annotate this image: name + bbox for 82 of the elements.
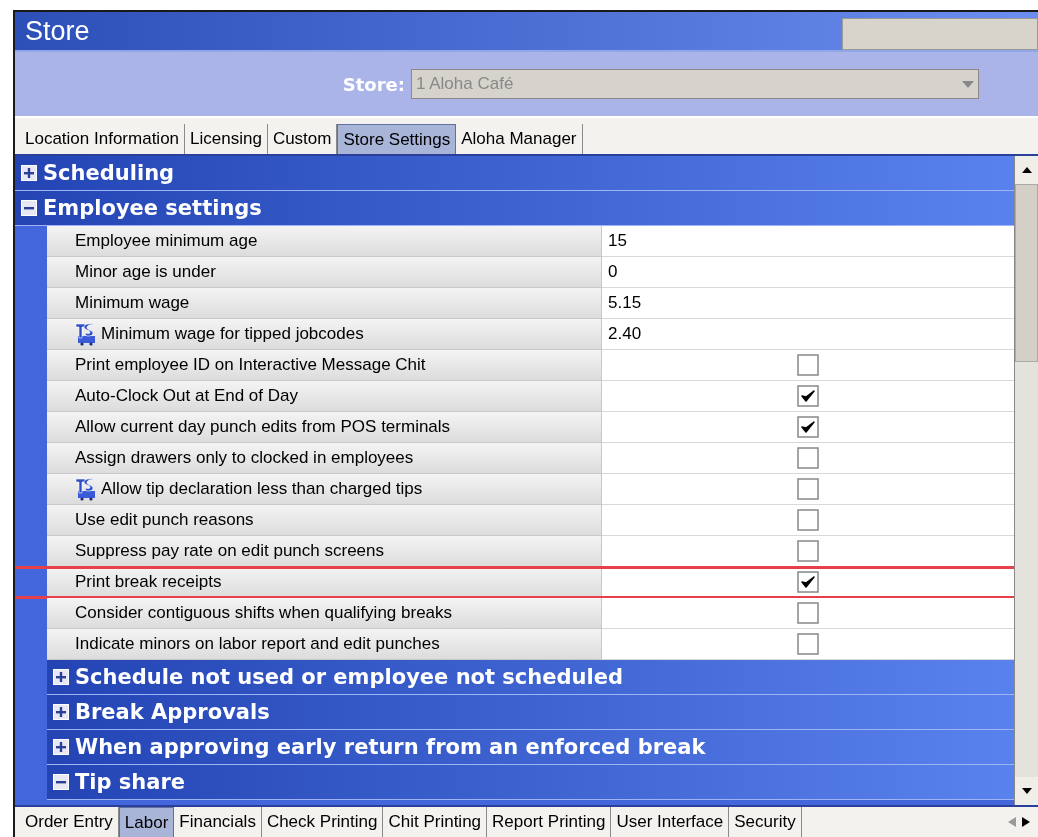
checked-checkbox[interactable]: [797, 385, 819, 407]
tab[interactable]: Order Entry: [20, 807, 119, 837]
section-title: Scheduling: [43, 162, 175, 184]
setting-value-cell[interactable]: [602, 350, 1014, 381]
tab[interactable]: Check Printing: [261, 807, 384, 837]
section-title: Break Approvals: [75, 701, 270, 723]
setting-label: Auto-Clock Out at End of Day: [75, 385, 298, 408]
section-header[interactable]: Employee settings: [15, 191, 1014, 226]
expand-icon[interactable]: [53, 669, 69, 685]
expand-icon[interactable]: [21, 165, 37, 181]
checkbox[interactable]: [797, 540, 819, 562]
setting-label: Suppress pay rate on edit punch screens: [75, 540, 385, 563]
dropdown-arrow-icon: [962, 80, 974, 88]
tab[interactable]: User Interface: [611, 807, 730, 837]
window-title: Store: [24, 14, 90, 48]
tab[interactable]: Report Printing: [487, 807, 612, 837]
setting-value: 15: [607, 230, 627, 253]
tab[interactable]: Licensing: [185, 124, 268, 154]
setting-value-cell[interactable]: [602, 629, 1014, 660]
setting-value-cell[interactable]: [602, 412, 1014, 443]
checkbox[interactable]: [797, 354, 819, 376]
setting-label: Consider contiguous shifts when qualifying breaks: [75, 602, 453, 625]
setting-value-cell[interactable]: [602, 474, 1014, 505]
scrollbar[interactable]: [1014, 156, 1038, 805]
tab-scroll-left-icon[interactable]: [1008, 817, 1016, 827]
tab-scroll-right-icon[interactable]: [1022, 817, 1030, 827]
setting-label: Indicate minors on labor report and edit punches: [75, 633, 440, 656]
scroll-down-button[interactable]: [1015, 777, 1038, 805]
setting-label: Print break receipts: [75, 571, 222, 594]
setting-label: Allow tip declaration less than charged tips: [101, 478, 423, 501]
section-title: Tip share: [75, 771, 186, 793]
tab[interactable]: Labor: [118, 807, 175, 837]
collapse-icon[interactable]: [53, 774, 69, 790]
section-header[interactable]: Tip share: [47, 765, 1014, 800]
collapse-icon[interactable]: [21, 200, 37, 216]
setting-label: Use edit punch reasons: [75, 509, 254, 532]
tab[interactable]: Financials: [174, 807, 262, 837]
tab[interactable]: Store Settings: [337, 124, 457, 154]
setting-label: Minimum wage: [75, 292, 190, 315]
setting-value-cell[interactable]: [602, 443, 1014, 474]
section-header[interactable]: Break Approvals: [47, 695, 1014, 730]
section-title: When approving early return from an enforced break: [75, 736, 706, 758]
tab[interactable]: Chit Printing: [383, 807, 488, 837]
checkbox[interactable]: [797, 447, 819, 469]
down-arrow-icon: [1021, 788, 1032, 794]
setting-value: 5.15: [607, 292, 642, 315]
setting-value-cell[interactable]: [602, 598, 1014, 629]
setting-value-cell[interactable]: 15: [602, 226, 1014, 257]
setting-value-cell[interactable]: 5.15: [602, 288, 1014, 319]
setting-value-cell[interactable]: [602, 536, 1014, 567]
setting-value: 2.40: [607, 323, 642, 346]
tab[interactable]: Aloha Manager: [456, 124, 583, 154]
setting-value-cell[interactable]: 0: [602, 257, 1014, 288]
section-header[interactable]: When approving early return from an enforced break: [47, 730, 1014, 765]
tab[interactable]: Security: [729, 807, 802, 837]
setting-value-cell[interactable]: [602, 505, 1014, 536]
expand-icon[interactable]: [53, 704, 69, 720]
checkbox[interactable]: [797, 633, 819, 655]
checked-checkbox[interactable]: [797, 416, 819, 438]
section-title: Employee settings: [43, 197, 262, 219]
setting-value-cell[interactable]: 2.40: [602, 319, 1014, 350]
scroll-up-button[interactable]: [1015, 156, 1038, 184]
checkbox[interactable]: [797, 478, 819, 500]
setting-label: Assign drawers only to clocked in employees: [75, 447, 414, 470]
setting-label: Allow current day punch edits from POS terminals: [75, 416, 451, 439]
checkbox[interactable]: [797, 602, 819, 624]
expand-icon[interactable]: [53, 739, 69, 755]
setting-label: Print employee ID on Interactive Message Chit: [75, 354, 426, 377]
store-label: Store:: [341, 72, 405, 97]
section-header[interactable]: Schedule not used or employee not scheduled: [47, 660, 1014, 695]
checkbox[interactable]: [797, 509, 819, 531]
section-title: Schedule not used or employee not scheduled: [75, 666, 623, 688]
tab[interactable]: Location Information: [20, 124, 186, 154]
setting-label: Minimum wage for tipped jobcodes: [101, 323, 364, 346]
scroll-thumb[interactable]: [1015, 184, 1038, 362]
setting-label: Employee minimum age: [75, 230, 258, 253]
checked-checkbox[interactable]: [797, 571, 819, 593]
setting-value-cell[interactable]: [602, 381, 1014, 412]
section-header[interactable]: Scheduling: [15, 156, 1014, 191]
setting-value: 0: [607, 261, 618, 284]
up-arrow-icon: [1021, 167, 1032, 173]
setting-label: Minor age is under: [75, 261, 216, 284]
